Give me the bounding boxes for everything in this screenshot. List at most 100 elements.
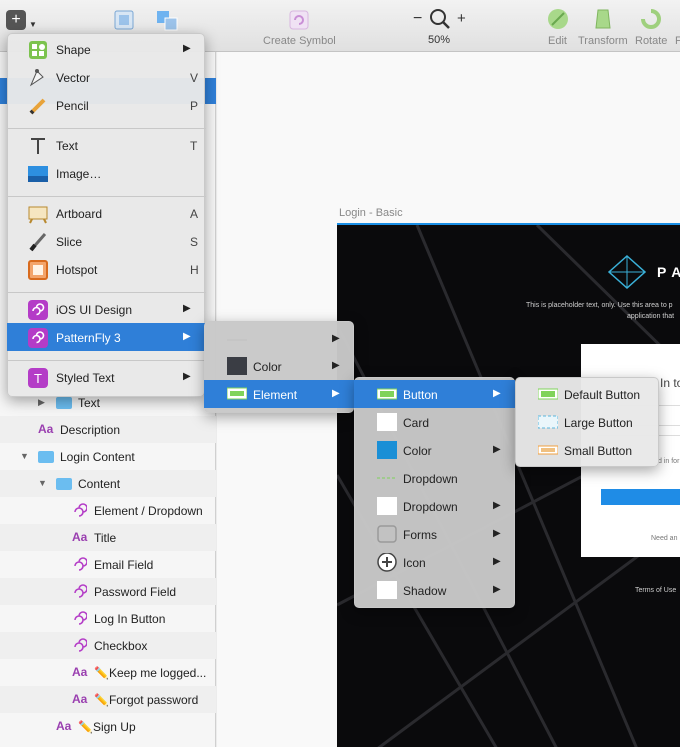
divider-icon [227,330,247,353]
rotate-icon[interactable] [639,8,663,30]
menu-item-patternfly-3[interactable]: PatternFly 3 ▶ [7,323,205,351]
disclosure-triangle-icon[interactable]: ▼ [38,478,47,488]
element-item-forms[interactable]: Forms ▶ [354,520,515,548]
menu-item-label: Artboard [56,207,103,221]
menu-separator [8,360,206,361]
layer-row-keep-me-logged[interactable]: Aa ✏️Keep me logged... [0,659,216,686]
layer-label: Element / Dropdown [94,504,203,518]
menu-item-styled-text[interactable]: T Styled Text ▶ [7,363,205,391]
layer-row-email-field[interactable]: Email Field [0,551,216,578]
submenu-arrow-icon: ▶ [493,388,501,399]
submenu-arrow-icon: ▶ [332,360,340,371]
button-item-default-button[interactable]: Default Button [515,380,659,408]
transform-label[interactable]: Transform [578,35,628,47]
layer-row-sign-up[interactable]: Aa ✏️Sign Up [0,713,216,740]
text-layer-icon: Aa [72,530,88,544]
group-icon[interactable] [114,10,134,30]
element-item-card[interactable]: Card [354,408,515,436]
layer-row-description[interactable]: Aa Description [0,416,216,443]
menu-item-pencil[interactable]: Pencil P [7,91,205,119]
layer-row-password-field[interactable]: Password Field [0,578,216,605]
layer-row-login-content[interactable]: ▼ Login Content [0,443,216,470]
menu-item-label: Hotspot [56,263,98,277]
menu-item-shortcut: V [190,71,199,85]
shadow-icon [377,581,397,604]
need-account-text: Need an [651,535,678,542]
zoom-in-button[interactable]: + [457,10,466,27]
ungroup-icon[interactable] [156,10,180,32]
layer-row-log-in-button[interactable]: Log In Button [0,605,216,632]
pf-item-element[interactable]: Element ▶ [204,380,354,408]
element-item-button[interactable]: Button ▶ [354,380,515,408]
menu-item-label: Element [253,388,298,402]
create-symbol-icon[interactable] [289,10,309,30]
submenu-arrow-icon: ▶ [332,388,340,399]
pf-item-blank[interactable]: ▶ [204,325,354,353]
menu-separator [8,292,206,293]
chevron-down-icon[interactable]: ▼ [29,20,37,29]
flatten-label[interactable]: F [675,35,680,47]
insert-button[interactable]: + [6,10,26,30]
menu-item-image[interactable]: Image… [7,159,205,187]
menu-item-label: Color [403,444,432,458]
submenu-arrow-icon: ▶ [183,331,191,342]
plus-circle-icon [377,552,397,576]
layer-row-title[interactable]: Aa Title [0,524,216,551]
layer-row-checkbox[interactable]: Checkbox [0,632,216,659]
menu-item-artboard[interactable]: Artboard A [7,199,205,227]
zoom-out-button[interactable]: − [413,10,422,28]
login-title: In to [660,376,680,390]
submenu-arrow-icon: ▶ [183,43,191,54]
menu-item-shape[interactable]: Shape ▶ [7,35,205,63]
menu-item-label: Icon [403,556,426,570]
menu-item-label: Dropdown [403,500,458,514]
zoom-icon[interactable] [429,8,451,30]
login-button[interactable] [601,489,680,505]
menu-item-slice[interactable]: Slice S [7,227,205,255]
pf-item-color[interactable]: Color ▶ [204,352,354,380]
layer-row-element-dropdown[interactable]: Element / Dropdown [0,497,216,524]
element-item-color[interactable]: Color ▶ [354,436,515,464]
layer-label: Content [78,477,121,491]
menu-item-label: Small Button [564,444,633,458]
button-item-large-button[interactable]: Large Button [515,408,659,436]
submenu-arrow-icon: ▶ [183,303,191,314]
folder-icon [38,451,54,463]
placeholder-text-1: This is placeholder text, only. Use this… [526,302,673,309]
menu-item-hotspot[interactable]: Hotspot H [7,255,205,283]
layer-label: Login Content [60,450,135,464]
button-item-small-button[interactable]: Small Button [515,436,659,464]
layer-row-forgot-password[interactable]: Aa ✏️Forgot password [0,686,216,713]
menu-item-label: Forms [403,528,437,542]
artboard-title[interactable]: Login - Basic [339,207,403,219]
patternfly-icon [28,328,48,351]
dropdown-icon [377,469,397,492]
rotate-label[interactable]: Rotate [635,35,667,47]
element-item-dropdown[interactable]: Dropdown [354,464,515,492]
menu-item-vector[interactable]: Vector V [7,63,205,91]
text-layer-icon: Aa [56,719,72,733]
element-icon [226,385,248,408]
layer-row-content[interactable]: ▼ Content [0,470,216,497]
transform-icon[interactable] [592,8,614,30]
default-button-icon [537,385,559,408]
layer-label: Title [94,531,117,545]
menu-item-label: Text [56,139,79,153]
layer-label: Log In Button [94,612,166,626]
menu-item-label: PatternFly 3 [56,331,121,345]
disclosure-triangle-icon[interactable]: ▶ [38,397,45,408]
menu-item-text[interactable]: Text T [7,131,205,159]
submenu-arrow-icon: ▶ [183,371,191,382]
element-item-icon[interactable]: Icon ▶ [354,548,515,576]
disclosure-triangle-icon[interactable]: ▼ [20,451,29,461]
layer-label: Description [60,423,121,437]
element-item-shadow[interactable]: Shadow ▶ [354,576,515,604]
terms-link[interactable]: Terms of Use [635,587,676,594]
edit-label[interactable]: Edit [548,35,567,47]
layer-label: Email Field [94,558,154,572]
button-icon [376,385,398,408]
element-item-dropdown[interactable]: Dropdown ▶ [354,492,515,520]
edit-icon[interactable] [547,8,569,30]
create-symbol-label[interactable]: Create Symbol [263,35,336,47]
menu-item-ios-ui-design[interactable]: iOS UI Design ▶ [7,295,205,323]
